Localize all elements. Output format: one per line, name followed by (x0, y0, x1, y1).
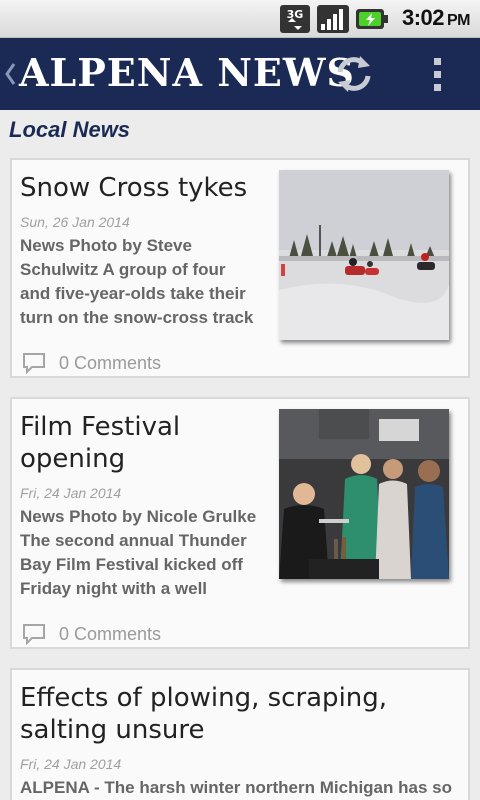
comments-link[interactable]: 0 Comments (22, 352, 161, 374)
article-date: Fri, 24 Jan 2014 (20, 485, 122, 501)
svg-text:3G: 3G (287, 8, 304, 21)
signal-strength-icon (317, 5, 349, 33)
comment-bubble-icon (23, 624, 45, 645)
article-title[interactable]: Effects of plowing, scraping, salting un… (20, 682, 460, 746)
article-title[interactable]: Snow Cross tykes (20, 172, 247, 204)
snowmobile-track-photo (279, 170, 449, 340)
film-festival-crowd-photo (279, 409, 449, 579)
article-card[interactable]: Film Festival opening Fri, 24 Jan 2014 N… (10, 397, 470, 649)
section-title: Local News (9, 117, 131, 142)
article-thumbnail[interactable] (279, 409, 449, 579)
app-title[interactable]: ALPENA NEWS (19, 51, 355, 95)
refresh-icon[interactable] (330, 52, 378, 96)
clock-time: 3:02 (401, 5, 445, 30)
comments-link[interactable]: 0 Comments (22, 623, 161, 645)
article-summary: ALPENA - The harsh winter northern Michi… (20, 778, 452, 797)
overflow-menu-icon[interactable] (420, 52, 456, 96)
clock-ampm: PM (447, 12, 471, 29)
comments-count: 0 Comments (59, 352, 162, 373)
back-chevron-icon[interactable] (3, 58, 17, 90)
article-summary: News Photo by Steve Schulwitz A group of… (20, 236, 254, 327)
article-date: Fri, 24 Jan 2014 (20, 756, 122, 772)
status-clock: 3:02 PM (401, 5, 471, 31)
status-bar: 3G 3:02 PM (0, 0, 480, 38)
comments-count: 0 Comments (59, 623, 162, 644)
article-date: Sun, 26 Jan 2014 (20, 214, 130, 230)
comment-bubble-icon (23, 353, 45, 374)
article-title[interactable]: Film Festival opening (20, 411, 260, 475)
action-bar: ALPENA NEWS (0, 38, 480, 110)
article-card[interactable]: Snow Cross tykes Sun, 26 Jan 2014 News P… (10, 158, 470, 378)
battery-charging-icon (356, 9, 388, 29)
article-card[interactable]: Effects of plowing, scraping, salting un… (10, 668, 470, 800)
3g-data-icon: 3G (280, 5, 310, 33)
article-summary: News Photo by Nicole Grulke The second a… (20, 507, 257, 598)
article-thumbnail[interactable] (279, 170, 449, 340)
